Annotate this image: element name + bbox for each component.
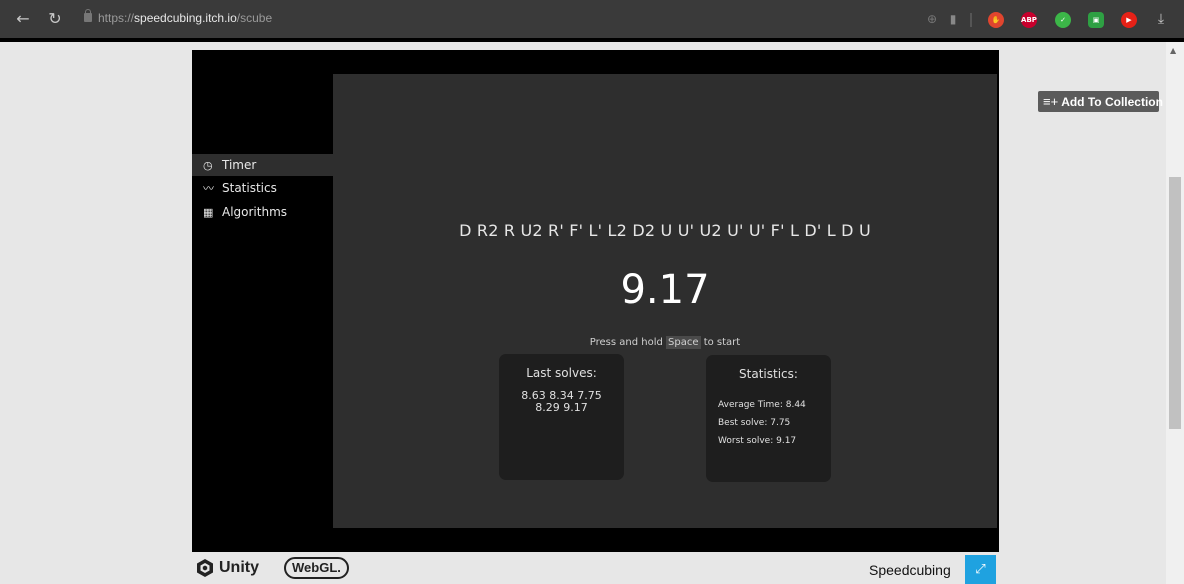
hint-before: Press and hold — [589, 337, 667, 348]
reload-icon[interactable]: ↻ — [48, 8, 62, 30]
back-arrow-icon[interactable]: ← — [16, 8, 30, 30]
download-icon[interactable]: ⤓ — [1154, 8, 1168, 30]
fullscreen-button[interactable]: ⤢ — [965, 555, 996, 584]
lock-icon[interactable] — [84, 9, 92, 22]
clock-icon: ◷ — [203, 159, 213, 172]
last-solves-line: 8.29 9.17 — [535, 401, 588, 414]
scroll-up-icon[interactable]: ▲ — [1170, 46, 1176, 55]
sidebar-item-statistics[interactable]: 〰 Statistics — [192, 177, 333, 199]
webgl-logo: WebGL. — [284, 557, 349, 579]
sidebar-item-label: Algorithms — [222, 205, 288, 219]
browser-toolbar: ← ↻ https://speedcubing.itch.io/scube ⊕ … — [0, 0, 1184, 40]
timer-display: 9.17 — [620, 267, 710, 313]
url-scheme: https:// — [98, 11, 135, 25]
scrollbar-thumb[interactable] — [1169, 177, 1181, 429]
zoom-icon[interactable]: ⊕ — [924, 8, 940, 30]
game-extension-icon[interactable]: ▣ — [1088, 12, 1104, 28]
game-canvas[interactable]: ◷ Timer 〰 Statistics ▦ Algorithms D R2 R U2… — [192, 50, 999, 552]
sidebar-item-label: Statistics — [222, 181, 277, 195]
youtube-extension-icon[interactable]: ▶ — [1121, 12, 1137, 28]
add-to-collection-button[interactable]: ≡+ Add To Collection — [1038, 91, 1163, 112]
last-solves-list: 8.63 8.34 7.75 8.29 9.17 — [499, 390, 624, 414]
sidebar-item-algorithms[interactable]: ▦ Algorithms — [192, 201, 333, 223]
grid-icon: ▦ — [203, 206, 214, 219]
chart-icon: 〰 — [203, 182, 214, 195]
playlist-add-icon: ≡+ — [1043, 94, 1059, 109]
unity-wordmark: Unity — [219, 559, 259, 576]
statistics-title: Statistics: — [739, 367, 798, 381]
url-host: speedcubing.itch.io — [134, 11, 237, 25]
page-scrollbar[interactable]: ▲ — [1166, 42, 1184, 584]
sidebar-item-timer[interactable]: ◷ Timer — [192, 154, 333, 176]
worst-solve: Worst solve: 9.17 — [718, 436, 797, 446]
scramble-text: D R2 R U2 R' F' L' L2 D2 U U' U2 U' U' F… — [459, 221, 871, 240]
ublock-extension-icon[interactable]: ✋ — [988, 12, 1004, 28]
game-title: Speedcubing — [869, 562, 951, 578]
last-solves-card: Last solves: 8.63 8.34 7.75 8.29 9.17 — [499, 354, 624, 480]
bookmark-icon[interactable]: ▮ — [946, 8, 960, 30]
fullscreen-icon: ⤢ — [975, 562, 986, 577]
hint-after: to start — [700, 337, 741, 348]
best-solve: Best solve: 7.75 — [718, 418, 791, 428]
add-to-collection-label: Add To Collection — [1061, 95, 1163, 109]
average-time: Average Time: 8.44 — [718, 400, 806, 410]
unity-logo-icon — [197, 559, 213, 577]
start-hint: Press and hold Space to start — [333, 336, 997, 349]
webgl-footer: Unity WebGL. Speedcubing ⤢ — [192, 552, 999, 584]
shield-extension-icon[interactable]: ✓ — [1055, 12, 1071, 28]
url-path: /scube — [236, 11, 273, 25]
space-key-label: Space — [666, 336, 701, 349]
sidebar-item-label: Timer — [222, 158, 257, 172]
address-bar[interactable]: https://speedcubing.itch.io/scube — [98, 11, 272, 25]
last-solves-title: Last solves: — [526, 366, 597, 380]
toolbar-divider — [970, 13, 972, 27]
abp-extension-icon[interactable]: ABP — [1021, 12, 1037, 28]
timer-panel: D R2 R U2 R' F' L' L2 D2 U U' U2 U' U' F… — [333, 74, 997, 528]
statistics-card: Statistics: Average Time: 8.44 Best solv… — [706, 355, 831, 482]
